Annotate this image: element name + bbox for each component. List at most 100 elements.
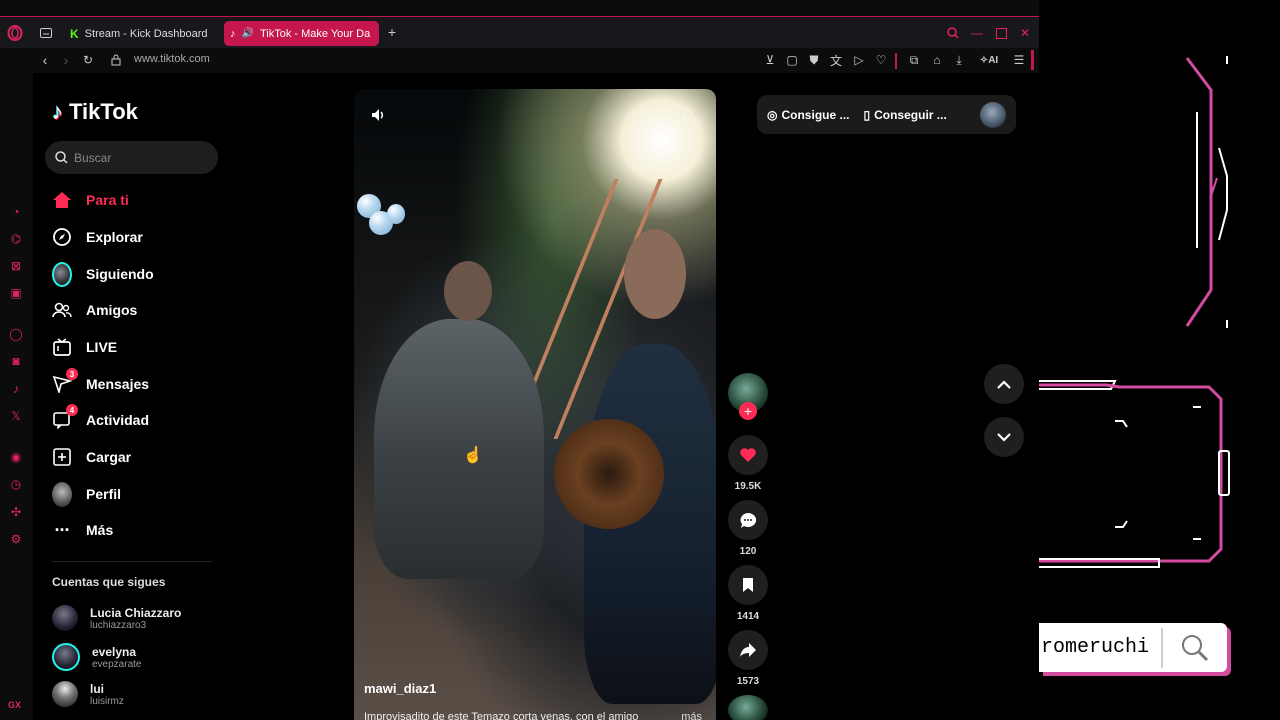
ai-button[interactable]: ✧ AI bbox=[976, 51, 1002, 69]
nav-label: Más bbox=[86, 522, 114, 538]
cursor-hand-icon: ☝ bbox=[463, 447, 483, 464]
controller-icon[interactable]: ⌬ bbox=[6, 230, 26, 248]
extensions-sidebar-icon[interactable]: ✣ bbox=[6, 503, 26, 521]
coin-icon: ◎ bbox=[767, 107, 778, 122]
search-tabs-icon[interactable] bbox=[944, 24, 962, 42]
nav-perfil[interactable]: Perfil bbox=[52, 479, 121, 509]
forward-icon[interactable]: › bbox=[58, 51, 74, 69]
video-caption: Improvisadito de este Temazo corta venas… bbox=[364, 711, 639, 720]
nav-explorar[interactable]: Explorar bbox=[52, 222, 143, 252]
share-action[interactable]: 1573 bbox=[728, 630, 768, 687]
spotify-icon[interactable]: ◉ bbox=[6, 448, 26, 466]
sidebar-divider bbox=[52, 561, 212, 562]
bookmark-icon[interactable] bbox=[728, 565, 768, 605]
minimize-icon[interactable]: — bbox=[968, 24, 986, 42]
overlay-search-text: romeruchi bbox=[1039, 627, 1163, 668]
previous-video-button[interactable] bbox=[984, 364, 1024, 404]
news-icon[interactable]: ▣ bbox=[6, 284, 26, 302]
caption-more-link[interactable]: más bbox=[681, 711, 702, 720]
video-author[interactable]: mawi_diaz1 bbox=[364, 681, 436, 696]
shield-icon[interactable]: ⛊ bbox=[806, 51, 822, 69]
account-name: lui bbox=[90, 681, 104, 696]
tab-tiktok[interactable]: ♪ 🔊 TikTok - Make Your Da bbox=[224, 21, 379, 46]
nav-label: LIVE bbox=[86, 339, 118, 355]
nav-live[interactable]: LIVE bbox=[52, 332, 117, 362]
opera-sidebar: ◔ ⌬ ⊠ ▣ ◯ ◙ ♪ 𝕏 ◉ ◷ ✣ ⚙ bbox=[0, 73, 33, 720]
gx-label: GX bbox=[8, 700, 22, 710]
nav-actividad[interactable]: 4 Actividad bbox=[52, 404, 150, 435]
heart-icon[interactable] bbox=[728, 435, 768, 475]
activity-icon: 4 bbox=[52, 404, 78, 430]
account-item[interactable]: Lucia Chiazzaro luchiazzaro3 bbox=[52, 605, 181, 631]
nav-label: Amigos bbox=[86, 302, 138, 318]
tab-kick[interactable]: K Stream - Kick Dashboard bbox=[64, 21, 216, 46]
lock-icon[interactable] bbox=[108, 51, 124, 69]
menu-icon[interactable]: ☰ bbox=[1011, 51, 1027, 69]
next-video-button[interactable] bbox=[984, 417, 1024, 457]
address-bar: ‹ › ↻ www.tiktok.com ⊻ ▢ ⛊ 文 ▷ ♡ ⧉ ⌂ ⤓ ✧… bbox=[0, 48, 1039, 73]
url-field[interactable]: www.tiktok.com bbox=[134, 53, 210, 65]
translate-icon[interactable]: 文 bbox=[828, 51, 844, 69]
follow-button[interactable]: + bbox=[739, 402, 757, 420]
speaker-icon[interactable]: 🔊 bbox=[242, 28, 254, 39]
nav-mas[interactable]: ··· Más bbox=[52, 515, 114, 545]
nav-cargar[interactable]: Cargar bbox=[52, 442, 131, 472]
tiktok-note-icon: ♪ bbox=[52, 99, 63, 124]
next-creator-avatar[interactable] bbox=[728, 695, 768, 720]
tab-bar: K Stream - Kick Dashboard ♪ 🔊 TikTok - M… bbox=[0, 16, 1039, 48]
maximize-icon[interactable] bbox=[992, 24, 1010, 42]
balloon-decoration bbox=[387, 204, 405, 224]
wallet-icon[interactable]: ⌂ bbox=[929, 51, 945, 69]
get-app-button[interactable]: ▯ Conseguir ... bbox=[864, 108, 947, 122]
tab-islands-icon[interactable] bbox=[37, 24, 55, 42]
settings-icon[interactable]: ⚙ bbox=[6, 530, 26, 548]
nav-label: Actividad bbox=[86, 412, 150, 428]
opera-logo-icon[interactable] bbox=[6, 24, 24, 42]
person-left-head bbox=[444, 261, 492, 321]
save-action[interactable]: 1414 bbox=[728, 565, 768, 622]
comment-action[interactable]: 120 bbox=[728, 500, 768, 557]
x-icon[interactable]: 𝕏 bbox=[6, 407, 26, 425]
mute-icon[interactable] bbox=[370, 107, 390, 127]
video-player[interactable]: ··· mawi_diaz1 Improvisadito de este Tem… bbox=[354, 89, 716, 720]
comments-count: 120 bbox=[739, 546, 757, 557]
compass-icon bbox=[52, 227, 72, 247]
whatsapp-icon[interactable]: ◯ bbox=[6, 325, 26, 343]
nav-label: Explorar bbox=[86, 229, 143, 245]
nav-siguiendo[interactable]: Siguiendo bbox=[52, 259, 154, 289]
nav-label: Cargar bbox=[86, 449, 132, 465]
snapshot-icon[interactable]: ▢ bbox=[784, 51, 800, 69]
video-more-icon[interactable]: ··· bbox=[679, 105, 698, 123]
gx-corner-icon[interactable]: ⊠ bbox=[6, 257, 26, 275]
download-icon[interactable]: ⤓ bbox=[951, 51, 967, 69]
nav-mensajes[interactable]: 3 Mensajes bbox=[52, 368, 149, 399]
tab-tiktok-label: TikTok - Make Your Da bbox=[259, 27, 371, 40]
share-icon[interactable] bbox=[728, 630, 768, 670]
speed-icon[interactable]: ◔ bbox=[6, 203, 26, 221]
account-item[interactable]: lui luisirmz bbox=[52, 681, 124, 707]
close-icon[interactable]: ✕ bbox=[1016, 24, 1034, 42]
heart-icon[interactable]: ♡ bbox=[873, 51, 889, 69]
search-input[interactable]: Buscar bbox=[45, 141, 218, 174]
nav-para-ti[interactable]: Para ti bbox=[52, 185, 129, 215]
like-action[interactable]: 19.5K bbox=[728, 435, 768, 492]
instagram-icon[interactable]: ◙ bbox=[6, 352, 26, 370]
reload-icon[interactable]: ↻ bbox=[80, 51, 96, 69]
tiktok-logo[interactable]: ♪ TikTok bbox=[52, 99, 138, 125]
back-icon[interactable]: ‹ bbox=[37, 51, 53, 69]
tiktok-sidebar-icon[interactable]: ♪ bbox=[6, 380, 26, 398]
account-item[interactable]: evelyna evepzarate bbox=[52, 643, 141, 671]
pin-icon[interactable]: ⊻ bbox=[762, 51, 778, 69]
extensions-icon[interactable]: ⧉ bbox=[906, 51, 922, 69]
history-icon[interactable]: ◷ bbox=[6, 475, 26, 493]
play-icon[interactable]: ▷ bbox=[851, 51, 867, 69]
nav-amigos[interactable]: Amigos bbox=[52, 295, 137, 325]
account-handle: evepzarate bbox=[92, 658, 142, 670]
get-coins-button[interactable]: ◎ Consigue ... bbox=[767, 108, 850, 122]
comment-icon[interactable] bbox=[728, 500, 768, 540]
user-avatar[interactable] bbox=[980, 101, 1006, 128]
new-tab-icon[interactable]: + bbox=[384, 24, 400, 40]
separator bbox=[895, 53, 897, 69]
overlay-search-box: romeruchi bbox=[1039, 623, 1227, 672]
account-name: evelyna bbox=[92, 644, 137, 659]
